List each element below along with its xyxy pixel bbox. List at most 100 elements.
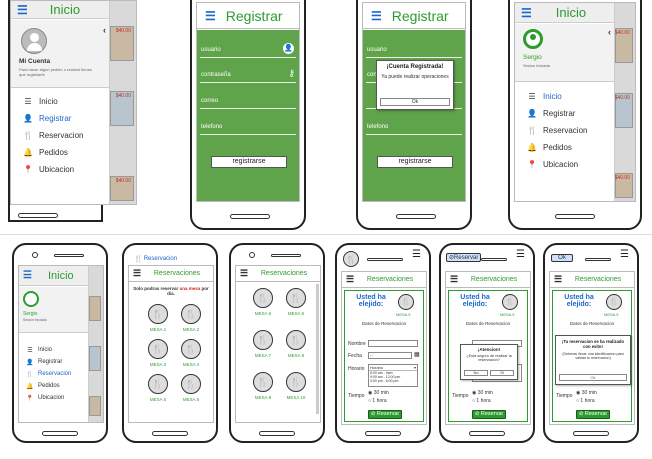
duration-option-60[interactable]: ○ 1 hora xyxy=(472,398,491,404)
home-button[interactable] xyxy=(152,431,188,436)
menu-item-home[interactable]: ☰ Inicio xyxy=(525,88,614,105)
food-card xyxy=(89,346,101,371)
register-button[interactable]: registrarse xyxy=(211,156,287,168)
password-field[interactable] xyxy=(200,82,296,83)
menu-item-home[interactable]: ☰ Inicio xyxy=(21,93,109,110)
menu-item-register[interactable]: 👤 Registrar xyxy=(25,356,88,368)
table-5-button[interactable]: 🍴 xyxy=(253,288,273,308)
table-5-button[interactable]: 🍴 xyxy=(148,374,168,394)
table-1-button[interactable]: 🍴 xyxy=(148,304,168,324)
table-7-button[interactable]: 🍴 xyxy=(253,330,273,350)
name-input[interactable] xyxy=(368,340,418,347)
confirm-title: ¡Atencion! xyxy=(477,347,501,352)
close-drawer-icon[interactable]: ‹ xyxy=(103,25,106,35)
table-10-button[interactable]: 🍴 xyxy=(286,372,306,392)
menu-icon[interactable]: ☰ xyxy=(205,9,216,23)
scrollbar[interactable] xyxy=(316,284,319,414)
menu-item-orders[interactable]: 🔔 Pedidos xyxy=(21,144,109,161)
menu-item-label: Inicio xyxy=(543,92,562,101)
home-button[interactable] xyxy=(469,431,505,436)
duration-option-60[interactable]: ○ 1 hora xyxy=(576,398,595,404)
avatar[interactable] xyxy=(21,28,47,54)
username-field[interactable] xyxy=(366,57,462,58)
duration-option-30[interactable]: ◉ 30 min xyxy=(472,390,493,396)
dialog-ok-button[interactable]: Ok xyxy=(380,98,450,106)
table-9-button[interactable]: 🍴 xyxy=(253,372,273,392)
menu-item-orders[interactable]: 🔔 Pedidos xyxy=(525,139,614,156)
phone-field[interactable] xyxy=(366,134,462,135)
menu-item-location[interactable]: 📍 Ubicacion xyxy=(525,156,614,173)
radio-empty-icon: ○ xyxy=(472,398,476,404)
confirm-yes-button[interactable]: Si xyxy=(490,370,514,376)
database-icon: ☰ xyxy=(412,249,421,260)
home-button[interactable] xyxy=(42,431,78,436)
menu-item-location[interactable]: 📍 Ubicacion xyxy=(21,161,109,178)
avatar-head-icon xyxy=(30,33,39,42)
email-field[interactable] xyxy=(200,108,296,109)
avatar[interactable] xyxy=(523,29,543,49)
app-bar: ☰ Reservaciones xyxy=(342,272,426,288)
menu-icon[interactable]: ☰ xyxy=(521,6,532,20)
date-input[interactable]: / / xyxy=(368,352,412,359)
menu-icon[interactable]: ☰ xyxy=(23,270,32,281)
reservation-link[interactable]: 🍴 Reservacion xyxy=(134,255,177,263)
register-button[interactable]: registrarse xyxy=(377,156,453,168)
drawer-menu: ☰ Inicio 👤 Registrar 🍴 Reservacion 🔔 Pedidos… xyxy=(25,344,88,404)
username-field[interactable] xyxy=(200,57,296,58)
table-8-button[interactable]: 🍴 xyxy=(286,330,306,350)
menu-item-reservation[interactable]: 🍴 Reservacion xyxy=(21,127,109,144)
menu-item-register[interactable]: 👤 Registrar xyxy=(21,110,109,127)
success-ok-button[interactable]: Ok xyxy=(559,374,627,381)
close-drawer-icon[interactable]: ‹ xyxy=(608,27,611,37)
user-name[interactable]: Sergio xyxy=(523,54,542,61)
account-name[interactable]: Mi Cuenta xyxy=(19,58,50,65)
menu-icon[interactable]: ☰ xyxy=(240,268,248,279)
reserve-button[interactable]: ⊘ Reservar xyxy=(368,410,402,419)
home-button[interactable] xyxy=(259,431,295,436)
success-title: ¡Tu reservacion se ha realizado con exit… xyxy=(561,339,625,349)
menu-item-register[interactable]: 👤 Registrar xyxy=(525,105,614,122)
reserve-chip[interactable]: ⊘Reservar xyxy=(446,253,482,262)
menu-item-orders[interactable]: 🔔 Pedidos xyxy=(25,380,88,392)
table-4-button[interactable]: 🍴 xyxy=(181,339,201,359)
menu-item-location[interactable]: 📍 Ubicacion xyxy=(25,392,88,404)
table-6-button[interactable]: 🍴 xyxy=(286,288,306,308)
menu-icon[interactable]: ☰ xyxy=(554,274,562,285)
calendar-icon[interactable]: ▦ xyxy=(414,351,420,358)
duration-option-30[interactable]: ◉ 30 min xyxy=(576,390,597,396)
table-2-label: MESA 2 xyxy=(182,327,200,332)
home-button[interactable] xyxy=(365,431,401,436)
home-button[interactable] xyxy=(396,214,436,219)
table-6-button[interactable]: 🍴 xyxy=(181,374,201,394)
ok-chip[interactable]: Ok xyxy=(551,254,573,262)
home-button[interactable] xyxy=(555,214,595,219)
table-2-button[interactable]: 🍴 xyxy=(181,304,201,324)
reserve-button[interactable]: ⊘ Reservar xyxy=(576,410,610,419)
menu-icon[interactable]: ☰ xyxy=(17,3,28,17)
table-3-button[interactable]: 🍴 xyxy=(148,339,168,359)
confirm-no-button[interactable]: No xyxy=(464,370,488,376)
menu-icon[interactable]: ☰ xyxy=(133,268,141,279)
user-name[interactable]: Sergio xyxy=(23,311,37,317)
radio-empty-icon: ○ xyxy=(368,398,372,404)
avatar[interactable] xyxy=(23,291,39,307)
menu-item-reservation[interactable]: 🍴 Reservacion xyxy=(525,122,614,139)
home-button[interactable] xyxy=(573,431,609,436)
home-button[interactable] xyxy=(18,213,58,218)
reserve-button[interactable]: ⊘ Reservar xyxy=(472,410,506,419)
duration-option-60[interactable]: ○ 1 hora xyxy=(368,398,387,404)
home-button[interactable] xyxy=(230,214,270,219)
list-icon: ☰ xyxy=(24,97,32,106)
menu-item-home[interactable]: ☰ Inicio xyxy=(25,344,88,356)
time-select[interactable]: Horario 6:00 am - 9am 9:00 am - 12:00 pm… xyxy=(368,364,418,387)
camera xyxy=(32,252,38,258)
duration-option-30[interactable]: ◉ 30 min xyxy=(368,390,389,396)
phone-register: ☰ Registrar usuario 👤 contraseña ⚷ corre… xyxy=(190,0,306,230)
time-option[interactable]: 3:00 pm - 6:00 pm xyxy=(369,379,417,383)
menu-icon[interactable]: ☰ xyxy=(346,274,354,285)
menu-item-reservation[interactable]: 🍴 Reservacion xyxy=(25,368,88,380)
phone-field[interactable] xyxy=(200,134,296,135)
menu-icon[interactable]: ☰ xyxy=(450,274,458,285)
menu-icon[interactable]: ☰ xyxy=(371,9,382,23)
chosen-table-icon: 🍴 xyxy=(606,294,622,310)
